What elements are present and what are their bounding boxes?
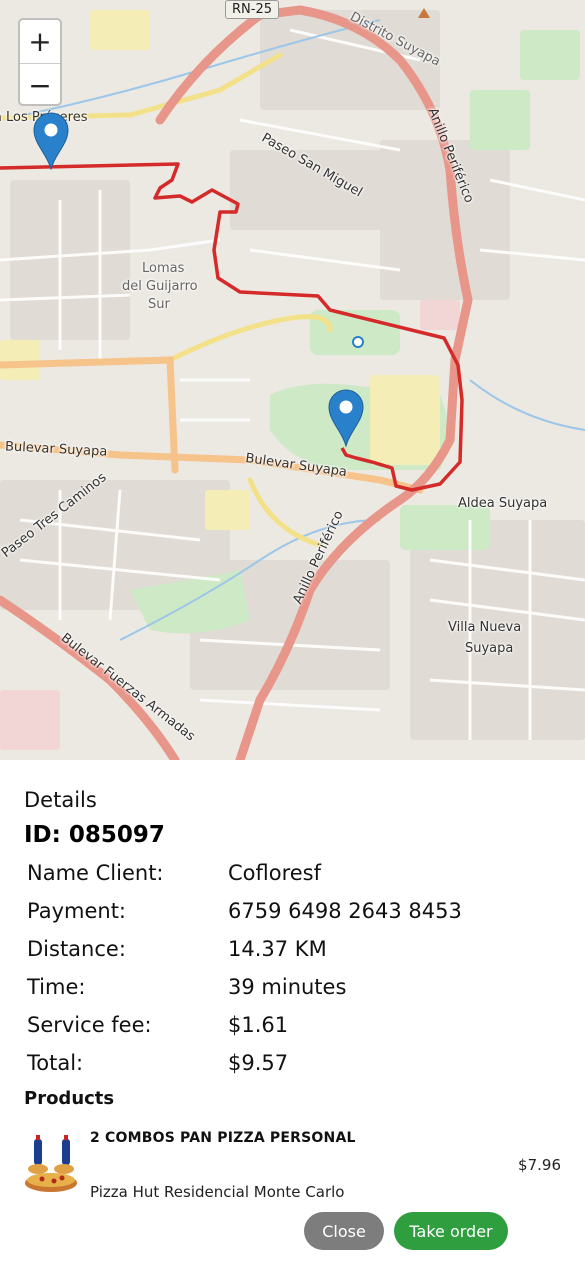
product-image	[25, 1135, 77, 1192]
zoom-in-button[interactable]: +	[20, 20, 60, 64]
close-button[interactable]: Close	[304, 1212, 384, 1250]
detail-row-service-fee: Service fee: $1.61	[27, 1013, 288, 1037]
map-label-villa-nueva-1: Villa Nueva	[448, 620, 522, 635]
order-id: ID: 085097	[24, 822, 165, 848]
destination-pin-icon[interactable]	[328, 389, 364, 447]
detail-row-payment: Payment: 6759 6498 2643 8453	[27, 899, 462, 923]
detail-label: Total:	[27, 1051, 84, 1075]
product-price: $7.96	[518, 1156, 561, 1174]
order-details-sheet: Details ID: 085097 Name Client: Coflores…	[0, 760, 585, 1266]
detail-value: 39 minutes	[228, 975, 347, 999]
detail-row-distance: Distance: 14.37 KM	[27, 937, 327, 961]
map-label-villa-nueva-2: Suyapa	[465, 641, 514, 656]
detail-label: Payment:	[27, 899, 127, 923]
detail-row-client: Name Client: Cofloresf	[27, 861, 321, 885]
detail-row-total: Total: $9.57	[27, 1051, 288, 1075]
origin-pin-icon[interactable]	[33, 112, 69, 170]
detail-value: 6759 6498 2643 8453	[228, 899, 462, 923]
detail-value: $1.61	[228, 1013, 289, 1037]
detail-label: Name Client:	[27, 861, 164, 885]
highway-shield: RN-25	[225, 0, 279, 19]
route-map[interactable]: RN-25 Avenida Los Próceres Distrito Suya…	[0, 0, 585, 760]
map-label-lomas-2: del Guijarro	[122, 279, 198, 294]
map-label-aldea-suyapa: Aldea Suyapa	[458, 496, 548, 511]
product-store: Pizza Hut Residencial Monte Carlo	[90, 1183, 345, 1201]
zoom-out-button[interactable]: −	[20, 64, 60, 107]
detail-label: Time:	[27, 975, 86, 999]
detail-value: Cofloresf	[228, 861, 322, 885]
detail-label: Service fee:	[27, 1013, 152, 1037]
map-label-lomas-3: Sur	[148, 297, 170, 312]
detail-label: Distance:	[27, 937, 126, 961]
details-title: Details	[24, 788, 97, 812]
detail-value: $9.57	[228, 1051, 289, 1075]
zoom-control: + −	[18, 18, 62, 106]
product-name: 2 COMBOS PAN PIZZA PERSONAL	[90, 1130, 356, 1146]
map-label-lomas-1: Lomas	[142, 261, 185, 276]
detail-row-time: Time: 39 minutes	[27, 975, 346, 999]
detail-value: 14.37 KM	[228, 937, 327, 961]
products-heading: Products	[24, 1088, 115, 1109]
take-order-button[interactable]: Take order	[394, 1212, 508, 1250]
